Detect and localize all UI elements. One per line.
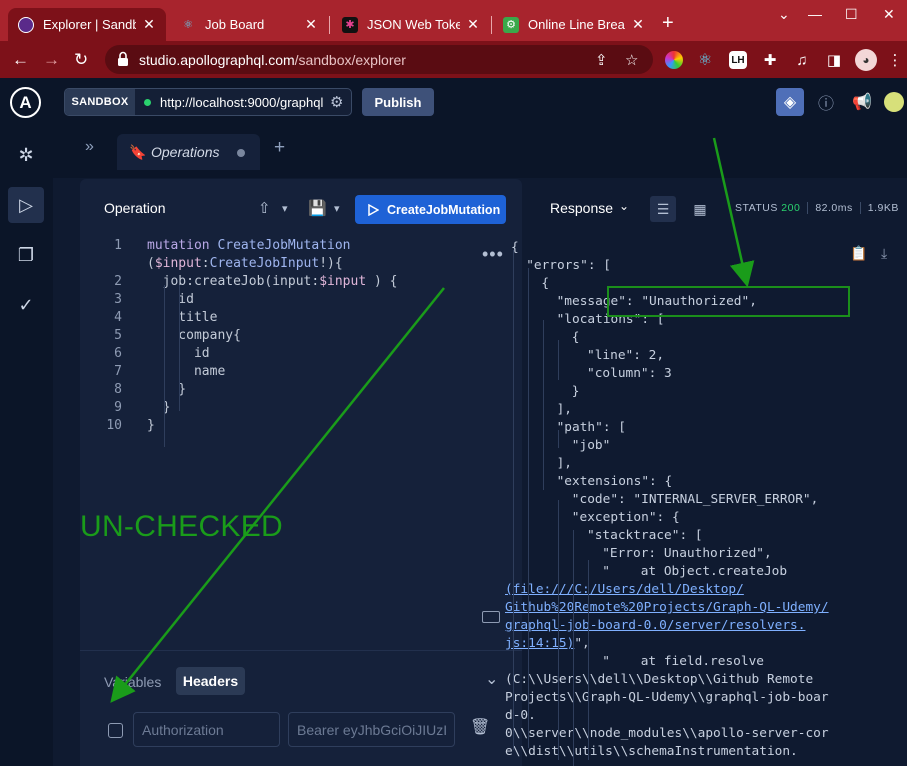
arrow-to-checkbox	[110, 287, 445, 703]
annotation-arrows	[110, 137, 755, 703]
arrow-to-message	[712, 137, 755, 288]
